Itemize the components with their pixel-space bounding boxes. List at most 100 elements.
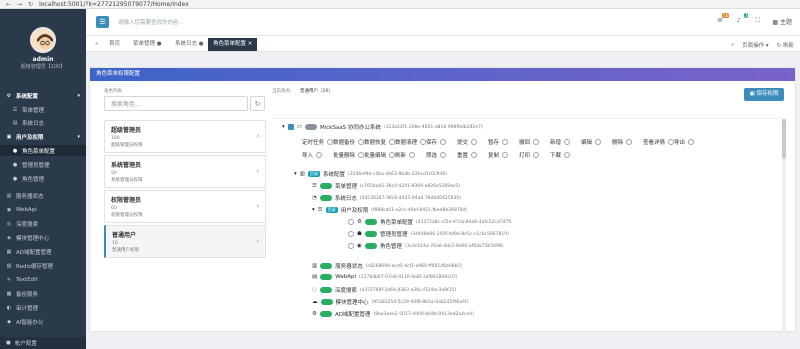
sidebar-item-menu-mgmt[interactable]: ☰ 菜单管理 [0,104,86,115]
checkbox[interactable] [564,152,571,158]
role-card[interactable]: 超级管理员 100 超级管理员权限 › [104,120,266,153]
permission-option[interactable]: 批量编辑 [364,151,396,159]
checkbox[interactable] [471,152,478,158]
reload-icon[interactable]: ↻ [28,1,33,8]
tree-scrollbar[interactable] [782,119,786,333]
permission-option[interactable]: 打印 [519,151,540,159]
permission-option[interactable]: 重置 [457,151,478,159]
tree-node-role-mgmt[interactable]: ◉ 角色管理 (3cdc614a-76a8-4dc2-9e66-af6da75b… [348,242,503,250]
checkbox[interactable] [471,139,478,145]
back-arrow-icon[interactable]: ← [6,1,11,8]
sidebar-item-textedit[interactable]: ✎ TextEdit [0,274,86,285]
checkbox[interactable] [348,231,354,237]
permission-option[interactable]: 刷新 [395,151,416,159]
tree-node-system-config[interactable]: ▾ ▥ 目录 系统配置 (3246ef9d-c4ba-4b63-9b4b-331… [294,170,447,178]
sidebar-item-role-menu[interactable]: ● 角色菜单配置 [0,145,86,156]
mail-icon[interactable]: ✉ 10 [715,13,730,26]
tree-node-menu-mgmt[interactable]: ☰ 菜单管理 (c765beb5-36c0-42d1-8309-a826e526… [312,182,460,190]
sidebar-item-user-perm[interactable]: ▣ 用户及权限 ▾ [0,131,86,142]
refresh-roles-button[interactable]: ↻ [250,96,265,111]
tab-role-menu[interactable]: 角色菜单配置 ✕ [208,38,258,51]
checkbox[interactable] [316,152,323,158]
browser-url-bar[interactable]: ← → ↻ localhost:5001/?k=27721295079077/H… [0,0,800,9]
tree-node-system-log[interactable]: ◔ 系统日志 (0d530347-36c6-4425-94a0-78d44042… [312,194,461,202]
tree-node-module-center[interactable]: ☁ 模块管理中心 (95383254-5c29-40f8-8b5a-0a8245… [312,298,469,306]
permission-option[interactable]: 复制 [488,151,509,159]
sidebar-item-role-mgmt[interactable]: ● 角色管理 [0,173,86,184]
permission-option[interactable]: 数据清理 [395,138,427,146]
checkbox[interactable] [348,219,354,225]
permission-option[interactable]: 保存 [426,138,447,146]
tree-root[interactable]: ▾ ▭ MickSaaS 协同办公系统 (313a22f1-298e-4601-… [282,123,483,131]
sidebar-item-backup[interactable]: ▩ 备份服务 [0,288,86,299]
sidebar-item-admin-mgmt[interactable]: ● 管理员管理 [0,159,86,170]
tree-node-deep-search[interactable]: ◌ 深度搜索 (a372768f-3d64-4363-a26c-f314ec3e… [312,286,456,294]
checkbox[interactable] [688,139,695,145]
role-search-input[interactable]: 搜索角色... [104,96,248,111]
checkbox[interactable] [440,139,447,145]
permission-option[interactable]: 编辑 [581,138,602,146]
close-icon[interactable]: ✕ [248,41,253,47]
permission-option[interactable]: 数据备份 [333,138,365,146]
role-card[interactable]: 权限管理员 60 权限管理员权限 › [104,190,266,223]
tree-node-role-menu[interactable]: ⚙ 角色菜单配置 (41272a8c-cf2e-47cb-84a6-4afe52… [348,218,512,226]
checkbox[interactable] [409,152,416,158]
permission-option[interactable]: 新增 [550,138,571,146]
tab-system-log[interactable]: 系统日志 ● [170,38,209,51]
checkbox[interactable] [533,139,540,145]
sidebar-item-system-config[interactable]: ⚙ 系统配置 ▾ [0,90,86,101]
tree-node-admin-mgmt[interactable]: ☗ 管理员管理 (344d9d06-205f-4d9d-8e5c-c1c6c56… [348,230,509,238]
sidebar-item-audit[interactable]: ◐ 审计管理 [0,302,86,313]
tab-scroll-right-icon[interactable]: » [731,42,734,48]
url-text[interactable]: localhost:5001/?k=27721295079077/Home/In… [39,1,189,8]
role-card-selected[interactable]: 普通用户 10 普通用户权限 › [104,225,266,258]
sidebar-footer-account[interactable]: ● 帐户配置 [0,337,86,349]
global-search-input[interactable]: 请输入您需要查找的内容... [118,18,184,26]
checkbox[interactable] [287,124,294,130]
sidebar-item-server-status[interactable]: ▥ 服务器状态 [0,190,86,201]
tree-node-ad-config[interactable]: ⚙ AD域配置管理 (8ae3aee2-5017-4d09-b04b-9413e… [312,310,474,318]
sidebar-item-redis[interactable]: ▧ Redis缓存管理 [0,260,86,271]
close-icon[interactable]: ● [157,41,162,47]
checkbox[interactable] [595,139,602,145]
permission-option[interactable]: 删除 [612,138,633,146]
tab-menu-mgmt[interactable]: 菜单管理 ● [128,38,167,51]
theme-button[interactable]: ▦ 主题 [772,17,792,26]
tree-node-server-status[interactable]: ▥ 服务器状态 (c8268694-ecd5-4cf1-a960-ff001d6… [312,262,462,270]
permission-option[interactable]: 数据恢复 [364,138,396,146]
permission-option[interactable]: 批量删除 [333,151,365,159]
checkbox[interactable] [348,243,354,249]
checkbox[interactable] [502,139,509,145]
sidebar-item-webapi[interactable]: ◉ WebApi [0,204,86,215]
tree-scroll-thumb[interactable] [782,119,786,159]
tree-node-webapi[interactable]: ▤ WebApi (2176db67-07e6-4116-9a8f-3af891… [312,274,457,280]
sidebar-item-deep-search[interactable]: ◎ 深度搜索 [0,218,86,229]
close-icon[interactable]: ● [199,41,204,47]
sidebar-item-system-log[interactable]: ▤ 系统日志 [0,117,86,128]
permission-option[interactable]: 下载 [550,151,571,159]
sidebar-item-module-center[interactable]: ◈ 模块管理中心 [0,232,86,243]
avatar[interactable] [30,27,56,53]
permission-option[interactable]: 暂存 [488,138,509,146]
permission-option[interactable]: 提交 [457,138,478,146]
bell-icon[interactable]: ♪ 3 [734,13,749,26]
refresh-tab-button[interactable]: ↻ 刷新 [777,41,794,49]
forward-arrow-icon[interactable]: → [17,1,22,8]
checkbox[interactable] [626,139,633,145]
role-card[interactable]: 系统管理员 50 系统管理员权限 › [104,155,266,188]
checkbox[interactable] [533,152,540,158]
save-permissions-button[interactable]: ▣ 保存权限 [744,88,784,101]
checkbox[interactable] [440,152,447,158]
sidebar-item-ad-config[interactable]: ▦ AD域配置管理 [0,246,86,257]
permission-option[interactable]: 导出 [674,138,695,146]
sidebar-item-ai-office[interactable]: ◆ AI智能办公 [0,316,86,327]
tab-scroll-left-icon[interactable]: « [90,38,103,51]
fullscreen-icon[interactable]: ⛶ [753,17,762,26]
permission-option[interactable]: 撤回 [519,138,540,146]
page-ops-dropdown[interactable]: 页面操作 ▾ [742,41,769,49]
checkbox[interactable] [502,152,509,158]
permission-option[interactable]: 查看详情 [643,138,675,146]
tab-home[interactable]: 首页 [104,38,125,51]
permission-option[interactable]: 导入 [302,151,323,159]
permission-option[interactable]: 定时任务 [302,138,334,146]
